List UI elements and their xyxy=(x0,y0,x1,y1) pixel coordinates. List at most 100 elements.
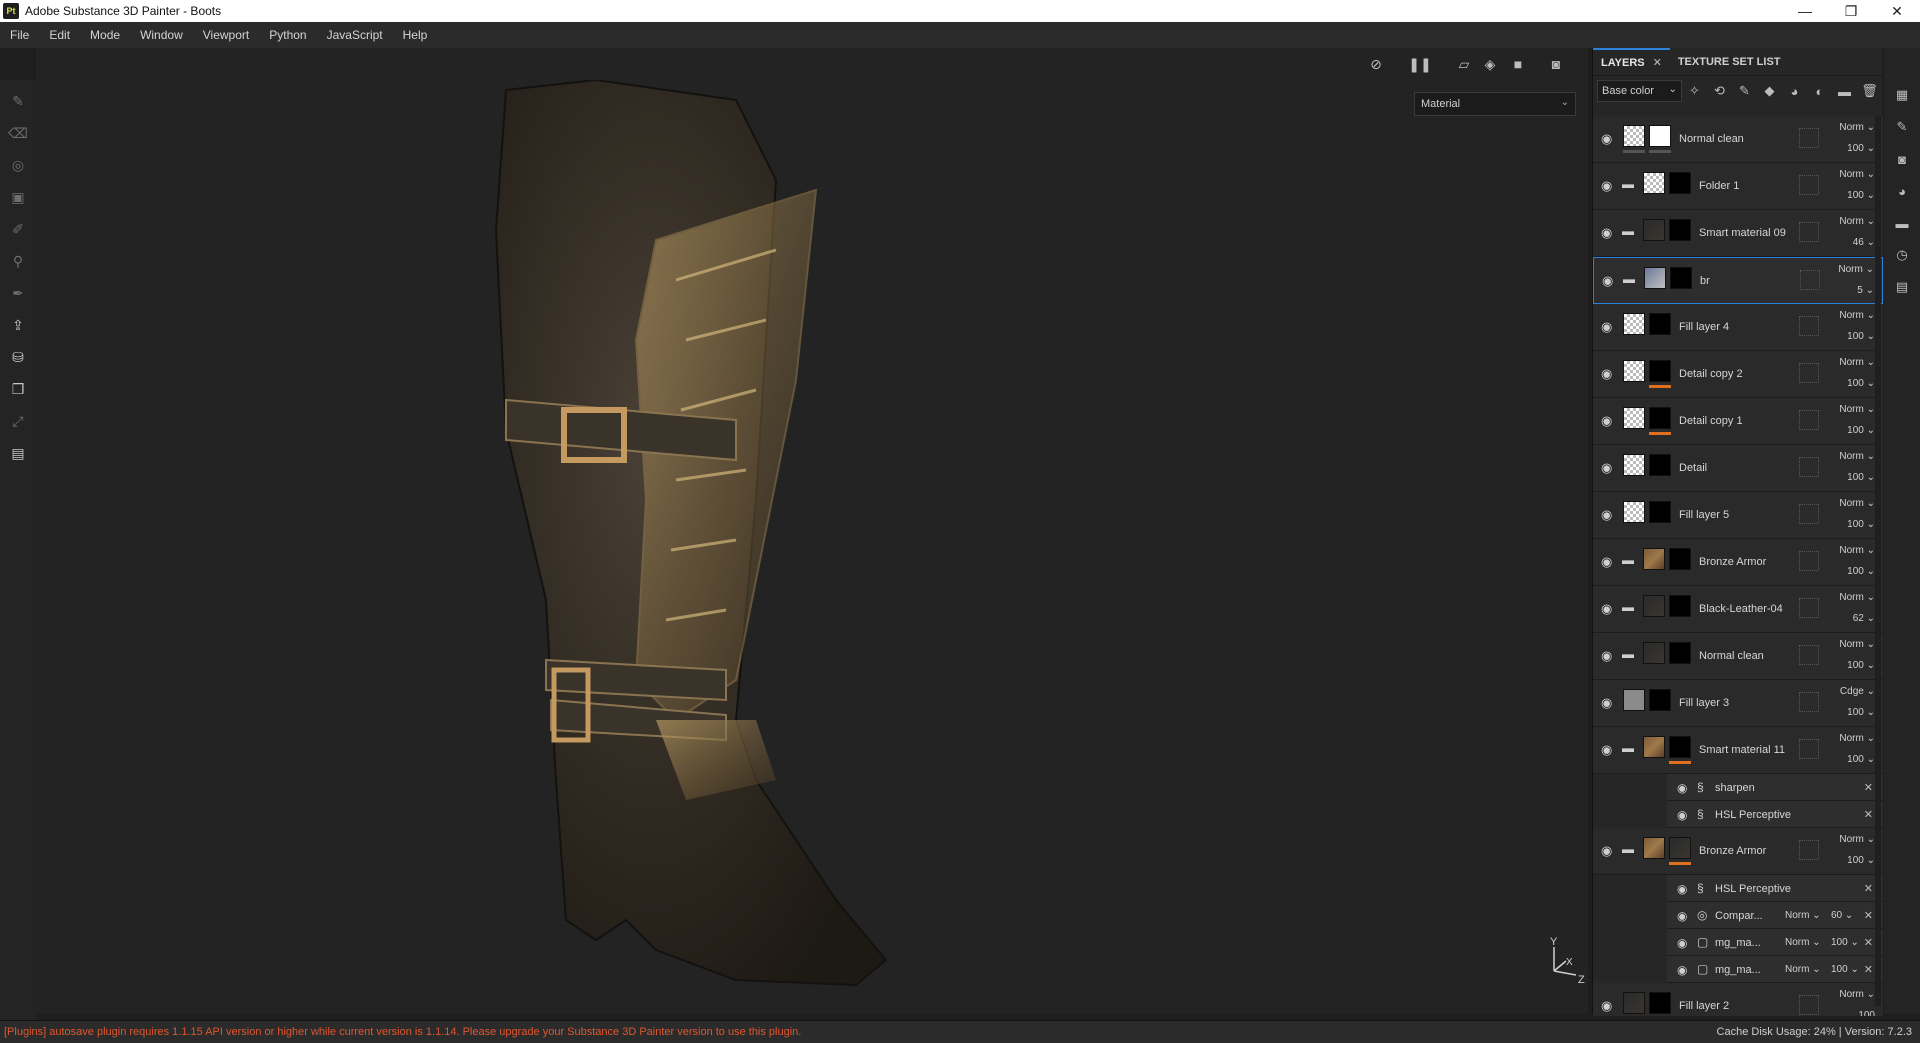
mask-thumbnail[interactable] xyxy=(1669,548,1691,570)
eye-icon[interactable]: ◉ xyxy=(1602,273,1620,288)
blend-mode-select[interactable]: Norm ⌄ xyxy=(1839,639,1875,650)
mask-thumbnail[interactable] xyxy=(1649,125,1671,147)
menu-mode[interactable]: Mode xyxy=(90,28,120,42)
layer-row[interactable]: ◉ Fill layer 3 Cdge ⌄ 100 ⌄ xyxy=(1593,680,1883,727)
history-icon[interactable]: ◷ xyxy=(1891,244,1913,266)
layer-name[interactable]: Fill layer 3 xyxy=(1679,697,1729,709)
layer-name[interactable]: Folder 1 xyxy=(1699,180,1739,192)
eye-icon[interactable]: ◉ xyxy=(1677,781,1687,795)
effect-row[interactable]: ◉ § HSL Perceptive ✕ xyxy=(1667,875,1883,902)
opacity-value[interactable]: 100 ⌄ xyxy=(1847,519,1875,530)
eye-icon[interactable]: ◉ xyxy=(1601,742,1619,757)
mask-thumbnail[interactable] xyxy=(1649,454,1671,476)
layer-row[interactable]: ◉ ▬ Bronze Armor Norm ⌄ 100 ⌄ xyxy=(1593,539,1883,586)
layer-row[interactable]: ◉ ▬ Black-Leather-04 Norm ⌄ 62 ⌄ xyxy=(1593,586,1883,633)
maximize-button[interactable]: ❐ xyxy=(1828,0,1874,22)
layer-row[interactable]: ◉ Fill layer 4 Norm ⌄ 100 ⌄ xyxy=(1593,304,1883,351)
mask-thumbnail[interactable] xyxy=(1649,501,1671,523)
menu-file[interactable]: File xyxy=(10,28,29,42)
effect-name[interactable]: sharpen xyxy=(1715,782,1755,794)
mask-thumbnail[interactable] xyxy=(1649,992,1671,1014)
add-smart-material-icon[interactable]: ◕ xyxy=(1782,80,1807,102)
camera-video-icon[interactable]: ■ xyxy=(1508,54,1528,74)
view-3d-icon[interactable]: ◈ xyxy=(1480,54,1500,74)
add-smart-mask-icon[interactable]: ◐ xyxy=(1807,80,1832,102)
eye-icon[interactable]: ◉ xyxy=(1601,648,1619,663)
close-icon[interactable]: ✕ xyxy=(1653,56,1662,69)
layer-name[interactable]: Fill layer 5 xyxy=(1679,509,1729,521)
layer-name[interactable]: Black-Leather-04 xyxy=(1699,603,1783,615)
blend-mode-select[interactable]: Norm ⌄ xyxy=(1839,498,1875,509)
mask-thumbnail[interactable] xyxy=(1649,689,1671,711)
mask-thumbnail[interactable] xyxy=(1669,642,1691,664)
remove-effect-icon[interactable]: ✕ xyxy=(1864,936,1873,949)
hide-ui-icon[interactable]: ⊘ xyxy=(1366,54,1386,74)
layer-name[interactable]: Bronze Armor xyxy=(1699,845,1766,857)
effect-row[interactable]: ◉ § sharpen ✕ xyxy=(1667,774,1883,801)
smudge-icon[interactable]: ✐ xyxy=(7,218,29,240)
remove-effect-icon[interactable]: ✕ xyxy=(1864,963,1873,976)
effect-blend-select[interactable]: Norm ⌄ xyxy=(1785,964,1821,975)
bake-icon[interactable]: ⛁ xyxy=(7,346,29,368)
eye-icon[interactable]: ◉ xyxy=(1601,225,1619,240)
layer-row[interactable]: ◉ Fill layer 5 Norm ⌄ 100 ⌄ xyxy=(1593,492,1883,539)
display-settings-icon[interactable]: ◙ xyxy=(1891,148,1913,170)
opacity-value[interactable]: 62 ⌄ xyxy=(1853,613,1875,624)
resize-icon[interactable]: ⤢ xyxy=(7,410,29,432)
layer-name[interactable]: Normal clean xyxy=(1699,650,1764,662)
menu-javascript[interactable]: JavaScript xyxy=(327,28,383,42)
opacity-value[interactable]: 5 ⌄ xyxy=(1857,285,1874,296)
paint-brush-icon[interactable]: ✎ xyxy=(7,90,29,112)
opacity-value[interactable]: 100 xyxy=(1858,1010,1875,1016)
eye-icon[interactable]: ◉ xyxy=(1677,882,1687,896)
menu-python[interactable]: Python xyxy=(269,28,306,42)
effect-name[interactable]: Compar... xyxy=(1715,910,1763,922)
eye-icon[interactable]: ◉ xyxy=(1601,843,1619,858)
blend-mode-select[interactable]: Norm ⌄ xyxy=(1839,989,1875,1000)
channel-select[interactable]: Base color ⌄ xyxy=(1597,80,1682,102)
layer-name[interactable]: Normal clean xyxy=(1679,133,1744,145)
mask-thumbnail[interactable] xyxy=(1669,595,1691,617)
pause-icon[interactable]: ❚❚ xyxy=(1408,54,1431,74)
mask-thumbnail[interactable] xyxy=(1669,736,1691,758)
opacity-value[interactable]: 100 ⌄ xyxy=(1847,754,1875,765)
add-paint-layer-icon[interactable]: ✎ xyxy=(1732,80,1757,102)
blend-mode-select[interactable]: Norm ⌄ xyxy=(1839,451,1875,462)
shelf-icon[interactable]: ❒ xyxy=(7,378,29,400)
menu-window[interactable]: Window xyxy=(140,28,183,42)
mask-thumbnail[interactable] xyxy=(1670,267,1692,289)
shader-settings-icon[interactable]: ◕ xyxy=(1891,180,1913,202)
effect-name[interactable]: mg_ma... xyxy=(1715,964,1761,976)
eye-icon[interactable]: ◉ xyxy=(1601,601,1619,616)
layer-name[interactable]: Detail copy 2 xyxy=(1679,368,1743,380)
blend-mode-select[interactable]: Norm ⌄ xyxy=(1839,357,1875,368)
layer-row[interactable]: ◉ ▬ Normal clean Norm ⌄ 100 ⌄ xyxy=(1593,633,1883,680)
eye-icon[interactable]: ◉ xyxy=(1677,909,1687,923)
eye-icon[interactable]: ◉ xyxy=(1601,319,1619,334)
effect-row[interactable]: ◉ ▢ mg_ma... Norm ⌄ 100 ⌄ ✕ xyxy=(1667,956,1883,983)
add-folder-icon[interactable]: ▬ xyxy=(1832,80,1857,102)
blend-mode-select[interactable]: Norm ⌄ xyxy=(1839,169,1875,180)
effect-row[interactable]: ◉ § HSL Perceptive ✕ xyxy=(1667,801,1883,828)
opacity-value[interactable]: 100 ⌄ xyxy=(1847,143,1875,154)
layer-row[interactable]: ◉ Detail copy 2 Norm ⌄ 100 ⌄ xyxy=(1593,351,1883,398)
mask-thumbnail[interactable] xyxy=(1649,360,1671,382)
blend-mode-select[interactable]: Norm ⌄ xyxy=(1839,122,1875,133)
layer-name[interactable]: Detail copy 1 xyxy=(1679,415,1743,427)
effect-name[interactable]: HSL Perceptive xyxy=(1715,883,1791,895)
layer-row[interactable]: ◉ Fill layer 2 Norm ⌄ 100 xyxy=(1593,983,1883,1016)
minimize-button[interactable]: — xyxy=(1782,0,1828,22)
add-fill-layer-icon[interactable]: ◆ xyxy=(1757,80,1782,102)
eye-icon[interactable]: ◉ xyxy=(1601,507,1619,522)
eye-icon[interactable]: ◉ xyxy=(1601,460,1619,475)
delete-layer-icon[interactable]: 🗑 xyxy=(1857,80,1882,102)
blend-mode-select[interactable]: Norm ⌄ xyxy=(1839,592,1875,603)
effect-opacity[interactable]: 60 ⌄ xyxy=(1831,910,1853,921)
eye-icon[interactable]: ◉ xyxy=(1601,695,1619,710)
layer-name[interactable]: Fill layer 2 xyxy=(1679,1000,1729,1012)
effect-row[interactable]: ◉ ▢ mg_ma... Norm ⌄ 100 ⌄ ✕ xyxy=(1667,929,1883,956)
view-2d-icon[interactable]: ▱ xyxy=(1454,54,1474,74)
blend-mode-select[interactable]: Norm ⌄ xyxy=(1839,310,1875,321)
effect-opacity[interactable]: 100 ⌄ xyxy=(1831,964,1859,975)
mask-thumbnail[interactable] xyxy=(1669,172,1691,194)
